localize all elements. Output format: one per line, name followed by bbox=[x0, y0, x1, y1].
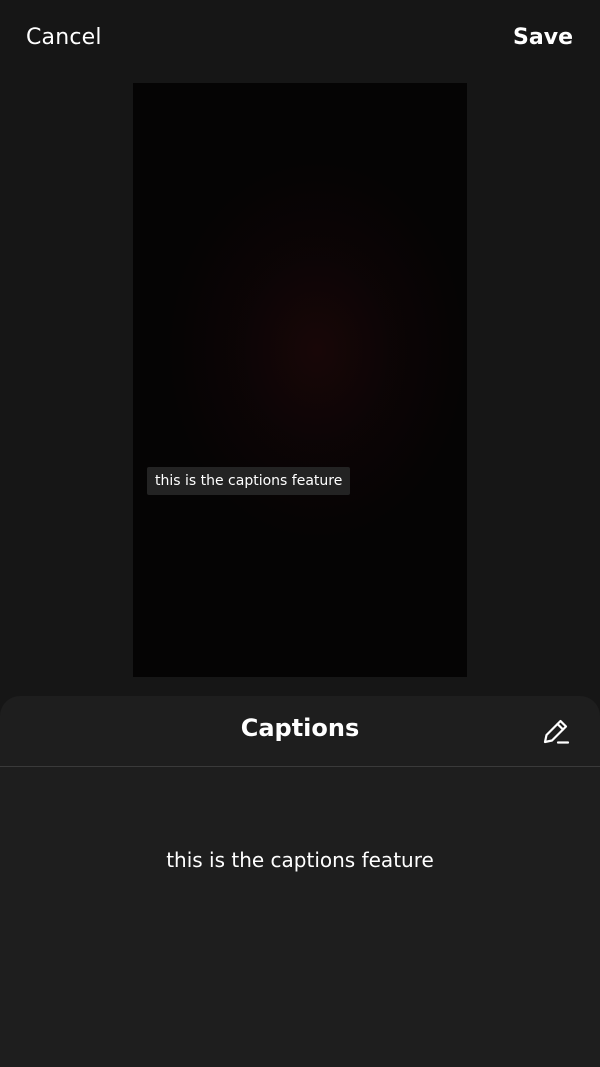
top-bar: Cancel Save bbox=[0, 0, 600, 84]
captions-sheet: Captions this is the captions feature bbox=[0, 696, 600, 1067]
save-button[interactable]: Save bbox=[513, 25, 573, 50]
caption-text[interactable]: this is the captions feature bbox=[0, 848, 600, 872]
sheet-header: Captions bbox=[0, 696, 600, 767]
pencil-edit-icon bbox=[543, 719, 570, 744]
caption-overlay[interactable]: this is the captions feature bbox=[147, 467, 351, 495]
captions-editor-screen: Cancel Save this is the captions feature… bbox=[0, 0, 600, 1067]
sheet-title: Captions bbox=[240, 714, 360, 742]
cancel-button[interactable]: Cancel bbox=[26, 25, 102, 50]
edit-captions-button[interactable] bbox=[540, 716, 572, 748]
video-preview[interactable]: this is the captions feature bbox=[133, 83, 467, 677]
